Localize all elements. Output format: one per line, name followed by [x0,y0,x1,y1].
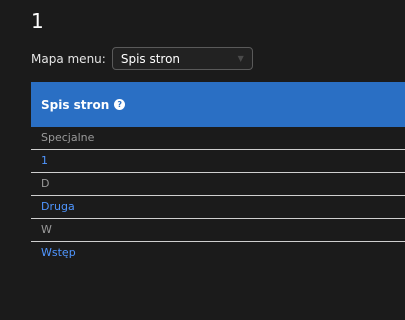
panel-header: Spis stron ? [31,82,405,127]
map-menu-selected-value: Spis stron [120,51,181,66]
list-item-d: D [31,173,405,196]
chevron-down-icon: ▼ [237,54,244,63]
list-item-wstep[interactable]: Wstęp [31,242,405,264]
list-item-specjalne: Specjalne [31,127,405,150]
list-item-druga[interactable]: Druga [31,196,405,219]
map-menu-label: Mapa menu: [31,51,106,66]
map-menu-row: Mapa menu: Spis stron ▼ [31,47,253,70]
panel-title: Spis stron [41,97,110,112]
help-icon[interactable]: ? [114,99,126,110]
map-menu-select[interactable]: Spis stron ▼ [111,47,253,70]
list-item-w: W [31,219,405,242]
page-title: 1 [31,9,44,33]
list-item-1[interactable]: 1 [31,150,405,173]
pages-panel: Spis stron ? Specjalne 1 D Druga W Wstęp [31,82,405,264]
